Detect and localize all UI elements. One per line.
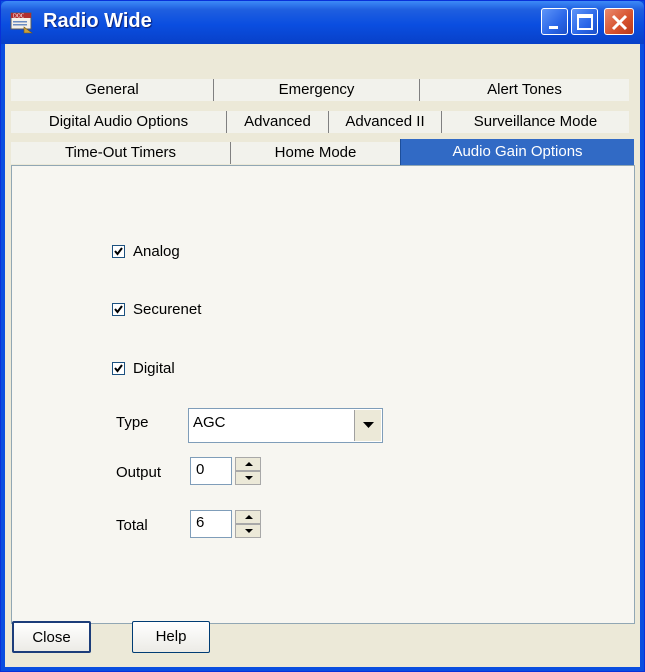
tab-alert-tones[interactable]: Alert Tones [419,79,629,101]
output-spin-up[interactable] [235,457,261,471]
type-select-value: AGC [193,414,226,431]
close-window-button[interactable] [604,8,634,35]
type-label: Type [116,414,149,431]
dialog-client-area: General Emergency Alert Tones Digital Au… [5,44,640,667]
spin-up-icon [245,515,253,519]
checkmark-icon [114,305,123,314]
total-spin-down[interactable] [235,524,261,538]
tab-audio-gain-options[interactable]: Audio Gain Options [400,139,634,165]
svg-text:DOC: DOC [13,14,25,20]
output-value: 0 [196,461,205,478]
tab-digital-audio-options[interactable]: Digital Audio Options [11,111,226,133]
dialog-window: DOC Radio Wide General Emergency Alert T… [0,0,645,672]
tab-advanced[interactable]: Advanced [226,111,328,133]
audio-gain-options-panel [11,165,635,624]
tab-surveillance-mode[interactable]: Surveillance Mode [441,111,629,133]
close-icon [611,14,628,31]
title-bar[interactable]: DOC Radio Wide [1,1,644,44]
tab-general[interactable]: General [11,79,213,101]
checkmark-icon [114,364,123,373]
maximize-icon [577,14,593,30]
tab-emergency[interactable]: Emergency [213,79,419,101]
chevron-down-icon [363,422,374,428]
spin-down-icon [245,476,253,480]
window-title: Radio Wide [43,10,152,32]
securenet-label: Securenet [133,301,202,318]
type-dropdown-button[interactable] [354,410,381,441]
total-spin-up[interactable] [235,510,261,524]
help-button[interactable]: Help [132,621,210,653]
digital-label: Digital [133,360,175,377]
total-input[interactable]: 6 [190,510,232,538]
securenet-checkbox[interactable] [112,303,125,316]
analog-checkbox[interactable] [112,245,125,258]
analog-label: Analog [133,243,180,260]
minimize-button[interactable] [541,8,568,35]
output-input[interactable]: 0 [190,457,232,485]
tab-time-out-timers[interactable]: Time-Out Timers [11,142,230,164]
total-value: 6 [196,514,205,531]
close-button[interactable]: Close [12,621,91,653]
digital-checkbox[interactable] [112,362,125,375]
tab-home-mode[interactable]: Home Mode [230,142,400,164]
checkmark-icon [114,247,123,256]
type-select[interactable]: AGC [188,408,383,443]
spin-down-icon [245,529,253,533]
maximize-button[interactable] [571,8,598,35]
tab-advanced-ii[interactable]: Advanced II [328,111,441,133]
spin-up-icon [245,462,253,466]
document-doc-icon: DOC [10,12,34,34]
minimize-icon [549,26,558,29]
output-spin-down[interactable] [235,471,261,485]
output-label: Output [116,464,162,481]
total-label: Total [116,517,148,534]
